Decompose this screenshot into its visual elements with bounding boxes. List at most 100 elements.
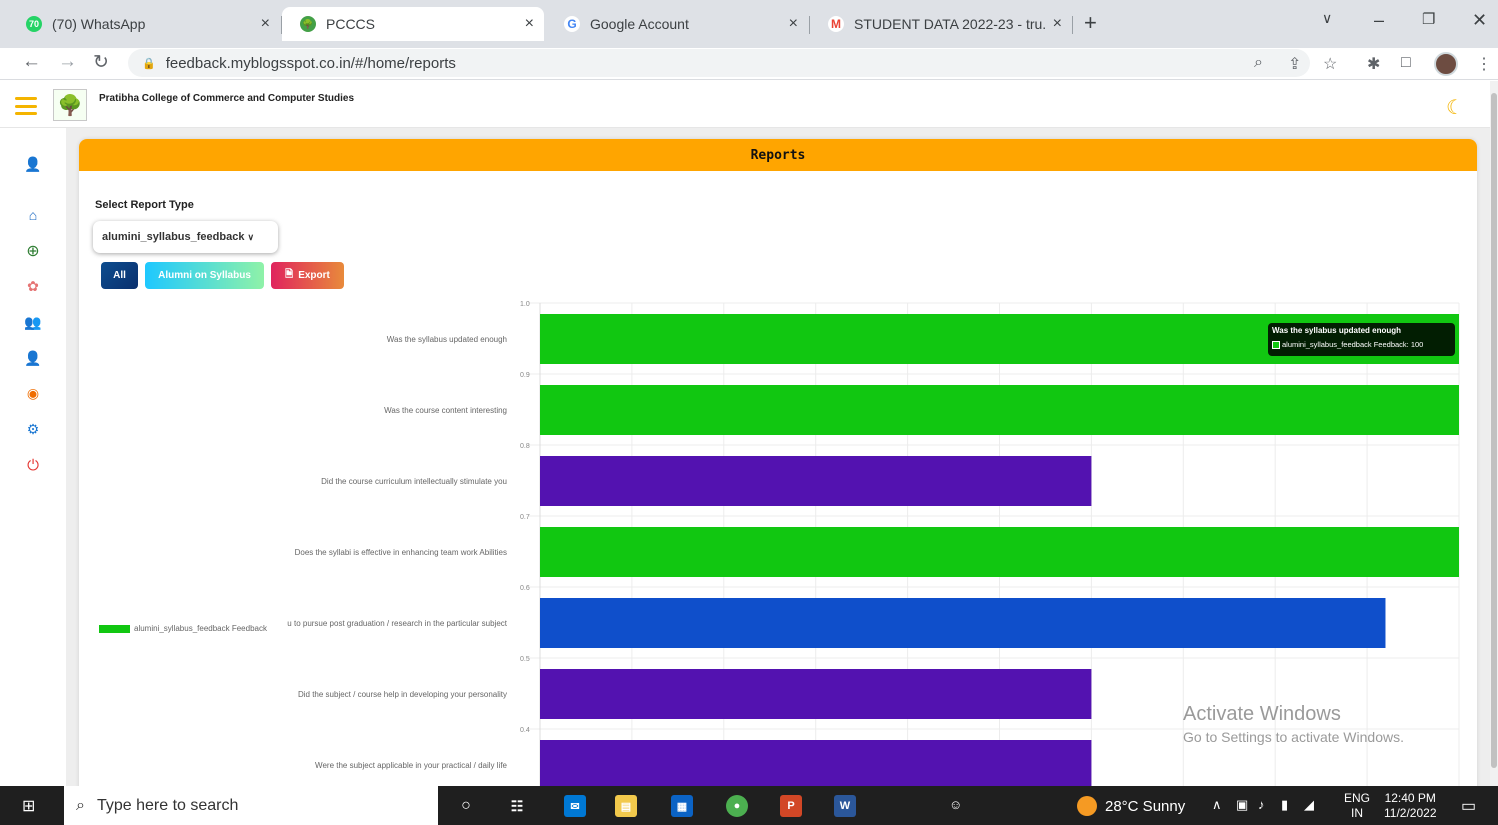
gear-users-icon[interactable]: ⚙ bbox=[24, 420, 42, 438]
notifications-icon[interactable]: ▭ bbox=[1461, 796, 1476, 816]
people-icon[interactable]: ☺ bbox=[949, 797, 962, 812]
student-icon[interactable]: 👤 bbox=[24, 349, 42, 367]
page-scrollbar[interactable] bbox=[1490, 81, 1498, 786]
restore-icon[interactable]: ❐ bbox=[1422, 10, 1435, 28]
reports-card: Reports Select Report Type alumini_sylla… bbox=[79, 139, 1477, 799]
category-label: Did the course curriculum intellectually… bbox=[321, 477, 507, 486]
college-logo: 🌳 bbox=[53, 89, 87, 121]
y-tick-label: 0.8 bbox=[520, 443, 530, 450]
reload-icon[interactable]: ↻ bbox=[93, 51, 109, 74]
powerpoint-icon[interactable]: P bbox=[780, 795, 802, 817]
tab-title: PCCCS bbox=[326, 16, 376, 32]
tab-pcccs[interactable]: 🌳 PCCCS × bbox=[282, 7, 544, 41]
chart-bar bbox=[540, 740, 1092, 790]
close-tab-icon[interactable]: × bbox=[1053, 15, 1062, 33]
task-view-icon[interactable]: ☷ bbox=[506, 795, 528, 817]
browser-tab-strip: 70 (70) WhatsApp × 🌳 PCCCS × G Google Ac… bbox=[0, 0, 1498, 48]
category-label: Was the syllabus updated enough bbox=[387, 335, 507, 344]
wifi-icon[interactable]: ◢ bbox=[1304, 797, 1314, 813]
activate-subtitle: Go to Settings to activate Windows. bbox=[1183, 729, 1404, 745]
tab-separator bbox=[1072, 16, 1073, 34]
windows-taskbar: ⊞ ⌕ Type here to search ○ ☷ ✉ ▤ ▦ ● P W … bbox=[0, 786, 1498, 825]
feedback-bar-chart: 1.00.90.80.70.60.50.40.3Was the syllabus… bbox=[79, 301, 1460, 799]
theme-toggle-moon-icon[interactable]: ☾ bbox=[1446, 95, 1464, 120]
whatsapp-icon: 70 bbox=[26, 16, 42, 32]
college-name: Pratibha College of Commerce and Compute… bbox=[99, 93, 355, 104]
minimize-icon[interactable]: – bbox=[1374, 10, 1384, 31]
mail-icon[interactable]: ✉ bbox=[564, 795, 586, 817]
tab-google-account[interactable]: G Google Account × bbox=[546, 7, 808, 41]
add-circle-icon[interactable]: ⊕ bbox=[24, 242, 42, 260]
chart-legend[interactable]: alumini_syllabus_feedback Feedback bbox=[99, 624, 267, 633]
y-tick-label: 0.5 bbox=[520, 656, 530, 663]
user-icon[interactable]: 👤 bbox=[24, 155, 42, 173]
onedrive-icon[interactable]: ▣ bbox=[1236, 797, 1248, 813]
y-tick-label: 0.6 bbox=[520, 585, 530, 592]
activate-windows-watermark: Activate Windows Go to Settings to activ… bbox=[1183, 703, 1404, 745]
tray-chevron-icon[interactable]: ∧ bbox=[1212, 797, 1222, 813]
share-icon[interactable]: ⇪ bbox=[1288, 54, 1301, 74]
tooltip-body: alumini_syllabus_feedback Feedback: 100 bbox=[1272, 340, 1451, 349]
close-tab-icon[interactable]: × bbox=[261, 15, 270, 33]
tooltip-swatch bbox=[1272, 340, 1280, 349]
close-tab-icon[interactable]: × bbox=[525, 15, 534, 33]
volume-icon[interactable]: ♪ bbox=[1258, 797, 1265, 812]
tab-search-icon[interactable]: ∨ bbox=[1322, 10, 1332, 27]
back-icon[interactable]: ← bbox=[22, 51, 41, 73]
category-label: Did the subject / course help in develop… bbox=[298, 690, 507, 699]
search-placeholder: Type here to search bbox=[96, 796, 239, 814]
label-clip-mask bbox=[79, 303, 287, 799]
tab-title: STUDENT DATA 2022-23 - tru.nei bbox=[854, 16, 1047, 32]
store-icon[interactable]: ▦ bbox=[671, 795, 693, 817]
side-panel-icon[interactable]: □ bbox=[1401, 54, 1411, 72]
power-icon[interactable]: ⏻ bbox=[24, 456, 42, 474]
settings-flower-icon[interactable]: ✿ bbox=[24, 277, 42, 295]
browser-toolbar: ← → ↻ 🔒 feedback.myblogsspot.co.in/#/hom… bbox=[0, 48, 1498, 80]
category-label: Does the syllabi is effective in enhanci… bbox=[295, 548, 507, 557]
close-window-icon[interactable]: ✕ bbox=[1472, 10, 1487, 31]
home-icon[interactable]: ⌂ bbox=[24, 206, 42, 224]
language-indicator[interactable]: ENG IN bbox=[1344, 791, 1370, 821]
hamburger-menu-icon[interactable] bbox=[15, 97, 37, 115]
chrome-icon[interactable]: ● bbox=[726, 795, 748, 817]
word-icon[interactable]: W bbox=[834, 795, 856, 817]
category-label: Were the subject applicable in your prac… bbox=[315, 761, 508, 770]
sun-icon bbox=[1077, 796, 1097, 816]
file-explorer-icon[interactable]: ▤ bbox=[615, 795, 637, 817]
y-tick-label: 0.9 bbox=[520, 372, 530, 379]
weather-widget[interactable]: 28°C Sunny bbox=[1077, 796, 1185, 816]
legend-label: alumini_syllabus_feedback Feedback bbox=[134, 624, 267, 633]
tooltip-title: Was the syllabus updated enough bbox=[1272, 326, 1402, 335]
cortana-icon[interactable]: ○ bbox=[455, 795, 477, 817]
chart-tooltip: Was the syllabus updated enough alumini_… bbox=[1268, 323, 1455, 356]
activate-title: Activate Windows bbox=[1183, 703, 1341, 725]
report-icon[interactable]: ◉ bbox=[24, 384, 42, 402]
tooltip-value: alumini_syllabus_feedback Feedback: 100 bbox=[1282, 340, 1424, 349]
profile-avatar[interactable] bbox=[1434, 52, 1458, 76]
clock-date: 11/2/2022 bbox=[1384, 806, 1437, 820]
forward-icon[interactable]: → bbox=[58, 51, 77, 73]
y-tick-label: 1.0 bbox=[520, 301, 530, 308]
battery-icon[interactable]: ▮ bbox=[1281, 797, 1288, 813]
chart-bar bbox=[540, 385, 1459, 435]
google-icon: G bbox=[564, 16, 580, 32]
zoom-icon[interactable]: ⌕ bbox=[1254, 54, 1263, 72]
tab-title: Google Account bbox=[590, 16, 689, 32]
tab-whatsapp[interactable]: 70 (70) WhatsApp × bbox=[8, 7, 280, 41]
weather-text: 28°C Sunny bbox=[1105, 797, 1186, 815]
extensions-icon[interactable]: ✱ bbox=[1367, 54, 1380, 74]
users-icon[interactable]: 👥 bbox=[24, 313, 42, 331]
bookmark-star-icon[interactable]: ☆ bbox=[1323, 54, 1337, 74]
close-tab-icon[interactable]: × bbox=[789, 15, 798, 33]
lock-icon: 🔒 bbox=[142, 57, 156, 70]
lang-bottom: IN bbox=[1351, 806, 1363, 820]
taskbar-clock[interactable]: 12:40 PM 11/2/2022 bbox=[1384, 791, 1437, 821]
address-bar[interactable]: 🔒 feedback.myblogsspot.co.in/#/home/repo… bbox=[128, 49, 1310, 77]
menu-kebab-icon[interactable]: ⋮ bbox=[1476, 54, 1492, 74]
tab-title: (70) WhatsApp bbox=[52, 16, 146, 32]
tab-student-data[interactable]: M STUDENT DATA 2022-23 - tru.nei × bbox=[810, 7, 1072, 41]
windows-start-icon[interactable]: ⊞ bbox=[22, 796, 35, 816]
new-tab-button[interactable]: + bbox=[1084, 10, 1097, 36]
taskbar-search[interactable]: ⌕ Type here to search bbox=[64, 786, 438, 825]
scrollbar-thumb[interactable] bbox=[1491, 93, 1497, 768]
